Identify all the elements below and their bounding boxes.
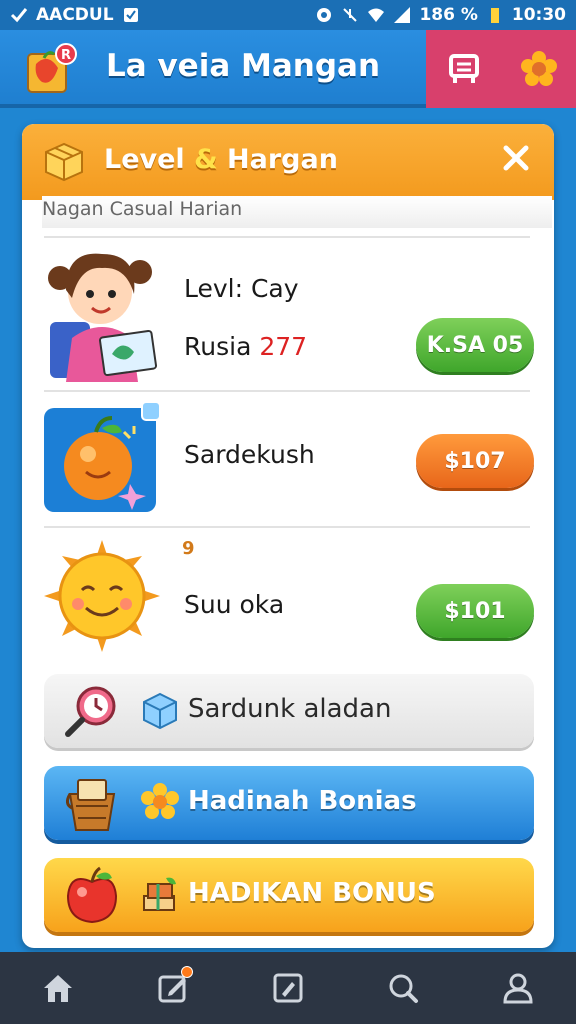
price-button-3[interactable]: $101: [416, 584, 534, 638]
row-sub-number: 277: [259, 332, 308, 361]
row-sub-text: Rusia: [184, 332, 260, 361]
nav-search[interactable]: [375, 960, 431, 1016]
status-bar: AACDUL 186 % 10:30: [0, 0, 576, 30]
girl-tablet-icon: [48, 253, 158, 382]
sun-icon: [44, 540, 160, 652]
basket-icon: [65, 779, 116, 831]
carrier-name: AACDUL: [36, 5, 114, 25]
flower-button[interactable]: [517, 47, 561, 91]
list-icon: [448, 54, 479, 83]
orange-fruit-icon: [44, 402, 160, 512]
svg-text:R: R: [61, 48, 71, 63]
panel-subtitle: Nagan Casual Harian: [42, 196, 552, 228]
row-label: Levl: Cay: [184, 274, 299, 303]
app-bar: R La veia Mangan: [0, 30, 576, 108]
panel-title: Level & Hargan: [104, 144, 338, 175]
grey-button-label: Sardunk aladan: [188, 694, 392, 724]
check-icon: [10, 8, 28, 23]
row-badge-number: 9: [182, 538, 195, 559]
yellow-bonus-button[interactable]: HADIKAN BONUS: [44, 858, 534, 932]
panel-header: Level & Hargan: [22, 124, 554, 200]
nav-home[interactable]: [30, 960, 86, 1016]
panel-title-amp: &: [194, 144, 218, 175]
panel-title-part2: Hargan: [217, 144, 338, 175]
clock: 10:30: [511, 5, 566, 25]
app-title: La veia Mangan: [106, 48, 381, 84]
alarm-icon: [317, 8, 332, 22]
home-icon: [43, 975, 72, 1002]
box-icon: [45, 142, 83, 182]
row-label: Suu oka: [184, 590, 285, 619]
price-button-2[interactable]: $107: [416, 434, 534, 488]
app-logo-icon: R: [27, 43, 77, 93]
list-item-suu-oka[interactable]: 9 Suu oka $101: [22, 528, 554, 668]
blue-button-label: Hadinah Bonias: [188, 786, 417, 816]
level-price-panel: Level & Hargan Nagan Casual Harian Levl:…: [22, 124, 554, 948]
wifi-icon: [368, 8, 385, 22]
panel-title-part1: Level: [104, 144, 195, 175]
price-button-1[interactable]: K.SA 05: [416, 318, 534, 372]
close-button[interactable]: [498, 140, 534, 176]
ice-cube-icon: [143, 692, 177, 730]
list-item-sardekush[interactable]: Sardekush $107: [22, 392, 554, 526]
row-sub: Rusia 277: [184, 332, 307, 361]
mute-icon: [343, 8, 358, 22]
notification-dot: [180, 966, 193, 978]
profile-icon: [503, 973, 533, 1004]
yellow-button-label: HADIKAN BONUS: [188, 878, 436, 908]
battery-icon: [490, 8, 499, 23]
search-icon: [389, 974, 419, 1003]
apple-icon: [66, 866, 118, 924]
battery-text: 186 %: [419, 5, 478, 25]
nav-profile[interactable]: [490, 960, 546, 1016]
compose-icon: [273, 973, 303, 1003]
flower-icon: [141, 783, 179, 819]
list-button[interactable]: [442, 47, 486, 91]
magnifier-clock-icon: [65, 686, 116, 737]
notification-icon: [123, 8, 138, 22]
nav-edit[interactable]: [145, 960, 201, 1016]
signal-icon: [394, 7, 411, 23]
blue-bonus-button[interactable]: Hadinah Bonias: [44, 766, 534, 840]
flower-icon: [520, 51, 557, 86]
list-item-level[interactable]: Levl: Cay Rusia 277 K.SA 05: [22, 238, 554, 390]
row-label: Sardekush: [184, 440, 315, 469]
nav-compose[interactable]: [260, 960, 316, 1016]
grey-action-button[interactable]: Sardunk aladan: [44, 674, 534, 748]
bottom-nav: [0, 952, 576, 1024]
app-actions: [426, 30, 576, 108]
gift-stack-icon: [143, 877, 176, 911]
